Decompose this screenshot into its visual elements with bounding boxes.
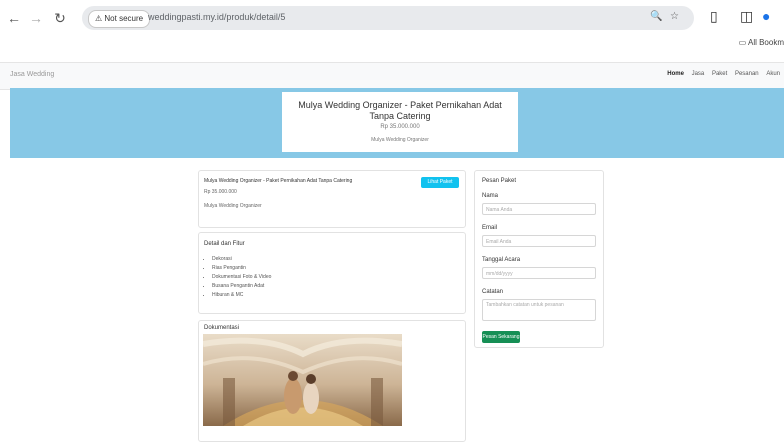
list-item: Dekorasi — [212, 255, 271, 264]
list-item: Busana Pengantin Adat — [212, 282, 271, 291]
order-form-card: Pesan Paket Nama Nama Anda Email Email A… — [474, 170, 604, 348]
browser-toolbar: ← → ↻ ⚠ Not secure weddingpasti.my.id/pr… — [0, 0, 784, 60]
gallery-heading: Dokumentasi — [204, 325, 240, 331]
nav-link-jasa[interactable]: Jasa — [692, 71, 705, 77]
star-icon[interactable]: ☆ — [670, 11, 679, 22]
site-brand[interactable]: Jasa Wedding — [10, 71, 54, 78]
hero-price: Rp 35.000.000 — [380, 124, 420, 130]
notes-label: Catatan — [482, 289, 504, 295]
all-bookmarks[interactable]: ▭ All Bookm — [739, 38, 784, 47]
email-label: Email — [482, 225, 498, 231]
nav-link-pesanan[interactable]: Pesanan — [735, 71, 759, 77]
not-secure-label: Not secure — [104, 14, 144, 23]
date-input[interactable]: mm/dd/yyyy — [482, 267, 596, 279]
warning-icon: ⚠ — [95, 14, 103, 23]
list-item: Hiburan & MC — [212, 291, 271, 300]
wedding-photo-illustration — [203, 334, 402, 426]
zoom-icon[interactable]: 🔍 — [650, 11, 662, 22]
product-title: Mulya Wedding Organizer - Paket Pernikah… — [204, 178, 353, 184]
side-panel-icon[interactable]: ◫ — [740, 8, 753, 25]
nav-link-paket[interactable]: Paket — [712, 71, 727, 77]
name-input[interactable]: Nama Anda — [482, 203, 596, 215]
address-bar[interactable]: ⚠ Not secure weddingpasti.my.id/produk/d… — [82, 6, 694, 30]
back-icon[interactable]: ← — [6, 10, 22, 26]
list-item: Dokumentasi Foto & Video — [212, 273, 271, 282]
includes-heading: Detail dan Fitur — [204, 241, 245, 247]
site-nav-links: Home Jasa Paket Pesanan Akun — [661, 71, 780, 77]
hero-banner: Mulya Wedding Organizer - Paket Pernikah… — [10, 88, 784, 158]
forward-icon[interactable]: → — [28, 10, 44, 26]
gallery-card: Dokumentasi — [198, 320, 466, 442]
nav-link-akun[interactable]: Akun — [766, 71, 780, 77]
hero-title: Mulya Wedding Organizer - Paket Pernikah… — [298, 100, 502, 121]
email-input[interactable]: Email Anda — [482, 235, 596, 247]
list-item: Rias Pengantin — [212, 264, 271, 273]
product-price: Rp 35.000.000 — [204, 189, 237, 195]
includes-list: Dekorasi Rias Pengantin Dokumentasi Foto… — [205, 255, 271, 300]
form-heading: Pesan Paket — [482, 178, 517, 184]
hero-vendor: Mulya Wedding Organizer — [371, 137, 429, 143]
view-package-button[interactable]: Lihat Paket — [421, 177, 459, 188]
wedding-photo — [203, 334, 402, 426]
nav-link-home[interactable]: Home — [667, 71, 684, 77]
folder-icon: ▭ — [738, 38, 747, 47]
profile-icon[interactable]: ● — [762, 8, 770, 24]
extensions-icon[interactable]: ▯ — [710, 8, 718, 25]
reload-icon[interactable]: ↻ — [52, 10, 68, 26]
hero-card: Mulya Wedding Organizer - Paket Pernikah… — [282, 92, 518, 152]
notes-textarea[interactable]: Tambahkan catatan untuk pesanan — [482, 299, 596, 321]
submit-order-button[interactable]: Pesan Sekarang — [482, 331, 520, 343]
site-navbar: Jasa Wedding Home Jasa Paket Pesanan Aku… — [0, 62, 784, 90]
date-label: Tanggal Acara — [482, 257, 521, 263]
not-secure-badge[interactable]: ⚠ Not secure — [88, 10, 151, 28]
product-info-card: Mulya Wedding Organizer - Paket Pernikah… — [198, 170, 466, 228]
includes-card: Detail dan Fitur Dekorasi Rias Pengantin… — [198, 232, 466, 314]
url-text[interactable]: weddingpasti.my.id/produk/detail/5 — [148, 12, 285, 22]
all-bookmarks-label: All Bookm — [747, 38, 784, 47]
product-vendor: Mulya Wedding Organizer — [204, 203, 262, 209]
name-label: Nama — [482, 193, 499, 199]
